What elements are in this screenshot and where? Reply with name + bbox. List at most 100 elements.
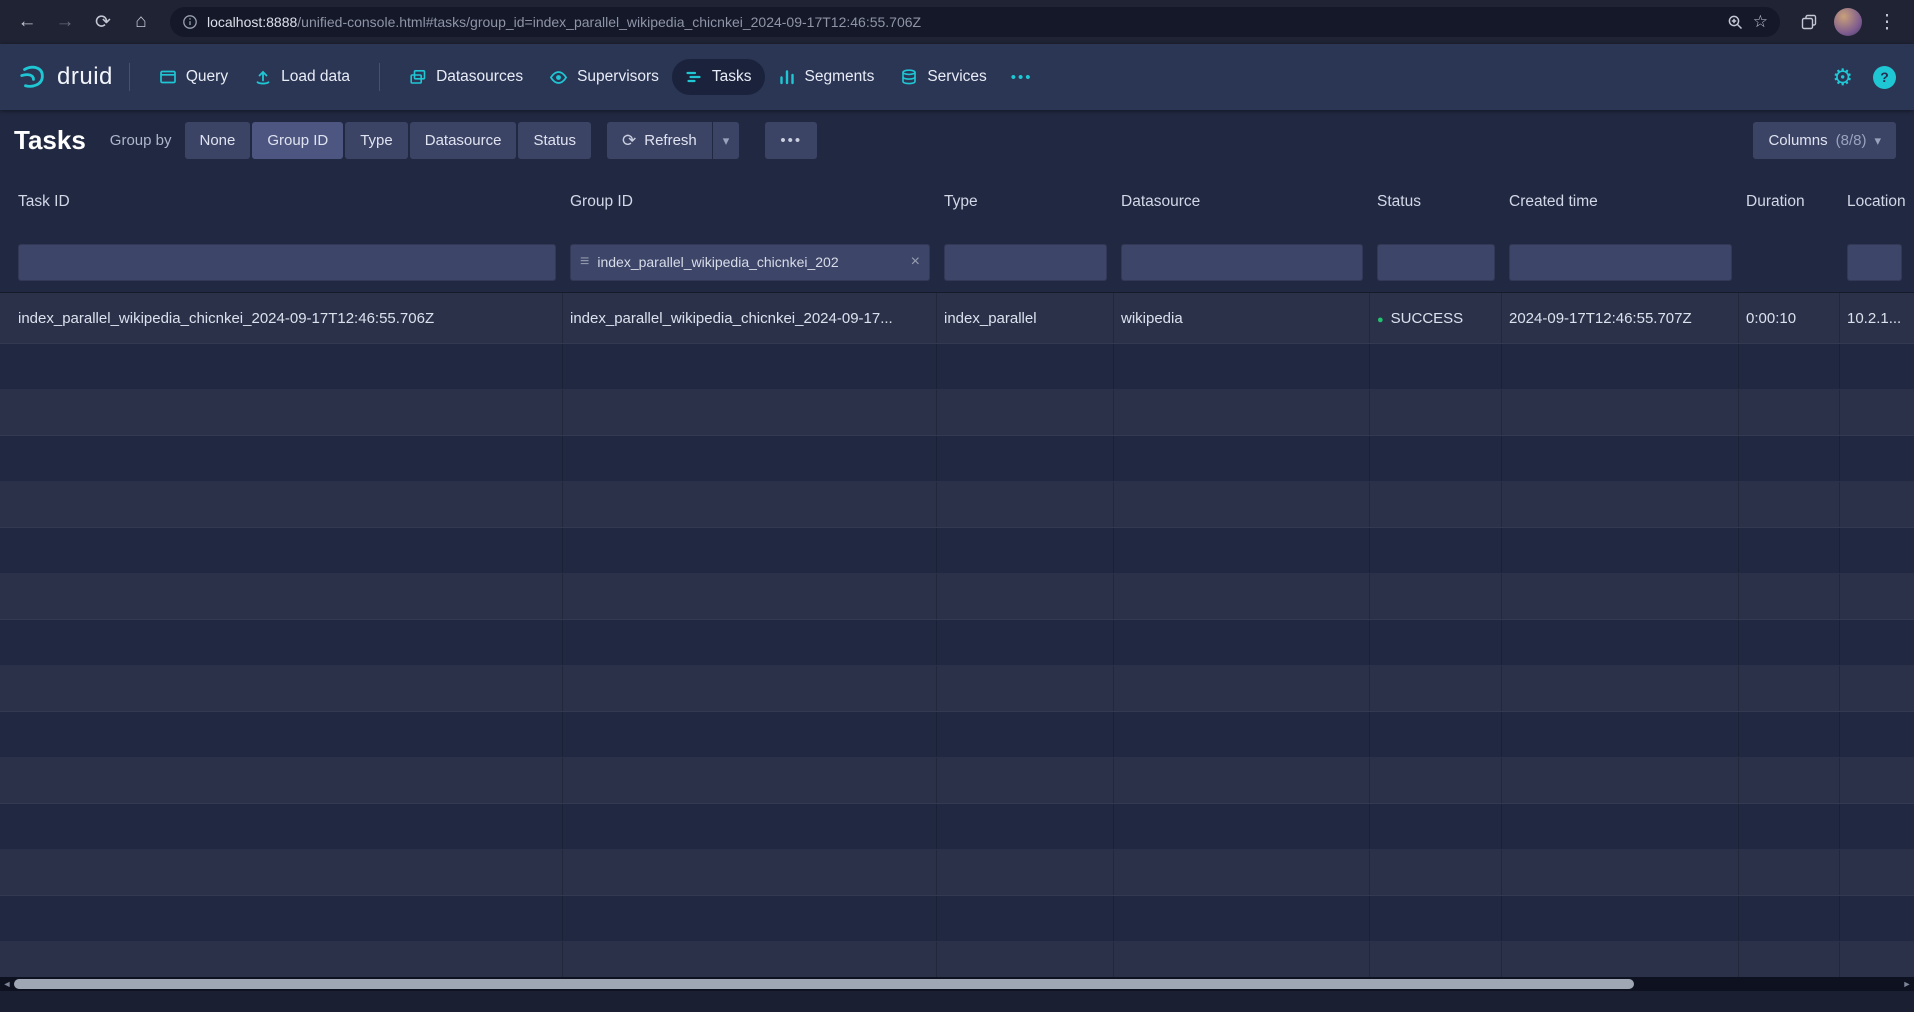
clear-filter-icon[interactable]: × bbox=[911, 253, 920, 271]
header-status[interactable]: Status bbox=[1377, 193, 1509, 211]
divider bbox=[379, 63, 380, 91]
refresh-button[interactable]: ⟳ Refresh bbox=[607, 122, 712, 159]
table-header-row: Task ID Group ID Type Datasource Status … bbox=[0, 171, 1914, 232]
url-host: localhost:8888 bbox=[207, 14, 297, 30]
group-by-status-button[interactable]: Status bbox=[518, 122, 591, 159]
cell-created-time: 2024-09-17T12:46:55.707Z bbox=[1509, 310, 1746, 327]
chevron-down-icon: ▾ bbox=[723, 133, 730, 149]
nav-query-label: Query bbox=[186, 68, 228, 86]
table-row-empty bbox=[0, 482, 1914, 528]
header-type[interactable]: Type bbox=[944, 193, 1121, 211]
browser-menu-icon[interactable]: ⋮ bbox=[1870, 5, 1904, 39]
bookmark-icon[interactable]: ☆ bbox=[1753, 12, 1768, 32]
zoom-icon[interactable] bbox=[1727, 14, 1744, 31]
settings-gear-icon[interactable]: ⚙ bbox=[1832, 64, 1853, 91]
task-id-filter-input[interactable] bbox=[18, 244, 556, 281]
group-by-none-button[interactable]: None bbox=[185, 122, 251, 159]
forward-icon[interactable]: → bbox=[48, 5, 82, 39]
extensions-icon[interactable] bbox=[1792, 5, 1826, 39]
cell-status: ●SUCCESS bbox=[1377, 310, 1509, 327]
scroll-right-icon[interactable]: ► bbox=[1900, 977, 1914, 991]
nav-load-data[interactable]: Load data bbox=[241, 59, 363, 95]
home-icon[interactable]: ⌂ bbox=[124, 5, 158, 39]
header-task-id[interactable]: Task ID bbox=[18, 193, 570, 211]
columns-count: (8/8) bbox=[1836, 132, 1867, 149]
nav-query[interactable]: Query bbox=[146, 59, 241, 95]
header-duration[interactable]: Duration bbox=[1746, 193, 1847, 211]
type-filter-input[interactable] bbox=[944, 244, 1107, 281]
status-dot-icon: ● bbox=[1377, 314, 1384, 326]
druid-logo-icon bbox=[18, 62, 48, 92]
address-bar[interactable]: localhost:8888/unified-console.html#task… bbox=[170, 7, 1780, 37]
cell-datasource: wikipedia bbox=[1121, 310, 1377, 327]
header-datasource[interactable]: Datasource bbox=[1121, 193, 1377, 211]
cell-group-id: index_parallel_wikipedia_chicnkei_2024-0… bbox=[570, 310, 944, 327]
url-path: /unified-console.html#tasks/group_id=ind… bbox=[297, 14, 921, 30]
nav-tasks-label: Tasks bbox=[712, 68, 752, 86]
columns-label: Columns bbox=[1768, 132, 1827, 149]
brand-name: druid bbox=[57, 63, 113, 91]
refresh-label: Refresh bbox=[644, 132, 697, 149]
table-row-empty bbox=[0, 942, 1914, 977]
scroll-left-icon[interactable]: ◄ bbox=[0, 977, 14, 991]
horizontal-scrollbar[interactable]: ◄ ► bbox=[0, 977, 1914, 991]
table-filter-row: ≡ index_parallel_wikipedia_chicnkei_202 … bbox=[0, 232, 1914, 293]
group-by-group-id-button[interactable]: Group ID bbox=[252, 122, 343, 159]
divider bbox=[129, 63, 130, 91]
help-icon[interactable]: ? bbox=[1873, 66, 1896, 89]
table-row-empty bbox=[0, 344, 1914, 390]
header-group-id[interactable]: Group ID bbox=[570, 193, 944, 211]
group-by-label: Group by bbox=[110, 132, 172, 149]
nav-datasources-label: Datasources bbox=[436, 68, 523, 86]
nav-supervisors-label: Supervisors bbox=[577, 68, 659, 86]
table-body: index_parallel_wikipedia_chicnkei_2024-0… bbox=[0, 293, 1914, 977]
datasource-filter-input[interactable] bbox=[1121, 244, 1363, 281]
table-row-empty bbox=[0, 436, 1914, 482]
columns-button[interactable]: Columns (8/8) ▾ bbox=[1753, 122, 1896, 159]
group-by-type-button[interactable]: Type bbox=[345, 122, 408, 159]
back-icon[interactable]: ← bbox=[10, 5, 44, 39]
druid-brand[interactable]: druid bbox=[18, 62, 113, 92]
table-row-empty bbox=[0, 574, 1914, 620]
nav-more-button[interactable]: ••• bbox=[1000, 60, 1044, 95]
tasks-icon bbox=[685, 68, 703, 86]
nav-services-label: Services bbox=[927, 68, 986, 86]
nav-load-data-label: Load data bbox=[281, 68, 350, 86]
created-time-filter-input[interactable] bbox=[1509, 244, 1732, 281]
status-filter-input[interactable] bbox=[1377, 244, 1495, 281]
table-row-empty bbox=[0, 758, 1914, 804]
header-location[interactable]: Location bbox=[1847, 193, 1914, 211]
table-row[interactable]: index_parallel_wikipedia_chicnkei_2024-0… bbox=[0, 293, 1914, 344]
header-created-time[interactable]: Created time bbox=[1509, 193, 1746, 211]
services-icon bbox=[900, 68, 918, 86]
group-id-filter-input[interactable]: ≡ index_parallel_wikipedia_chicnkei_202 … bbox=[570, 244, 930, 281]
load-data-icon bbox=[254, 68, 272, 86]
table-row-empty bbox=[0, 712, 1914, 758]
table-row-empty bbox=[0, 850, 1914, 896]
table-row-empty bbox=[0, 666, 1914, 712]
supervisors-icon bbox=[549, 68, 568, 87]
site-info-icon[interactable] bbox=[182, 14, 198, 30]
nav-datasources[interactable]: Datasources bbox=[396, 59, 536, 95]
nav-segments[interactable]: Segments bbox=[765, 59, 888, 95]
horizontal-scrollbar-thumb[interactable] bbox=[14, 979, 1634, 989]
avatar[interactable] bbox=[1834, 8, 1862, 36]
datasources-icon bbox=[409, 68, 427, 86]
refresh-interval-caret-button[interactable]: ▾ bbox=[713, 122, 740, 159]
table-row-empty bbox=[0, 896, 1914, 942]
reload-icon[interactable]: ⟳ bbox=[86, 5, 120, 39]
nav-tasks[interactable]: Tasks bbox=[672, 59, 765, 95]
nav-services[interactable]: Services bbox=[887, 59, 999, 95]
cell-type: index_parallel bbox=[944, 310, 1121, 327]
nav-supervisors[interactable]: Supervisors bbox=[536, 59, 672, 96]
cell-task-id[interactable]: index_parallel_wikipedia_chicnkei_2024-0… bbox=[18, 310, 570, 327]
group-by-datasource-button[interactable]: Datasource bbox=[410, 122, 517, 159]
location-filter-input[interactable] bbox=[1847, 244, 1902, 281]
segments-icon bbox=[778, 68, 796, 86]
more-actions-button[interactable]: ••• bbox=[765, 122, 817, 159]
tasks-view: Tasks Group by None Group ID Type Dataso… bbox=[0, 110, 1914, 977]
group-by-button-group: None Group ID Type Datasource Status bbox=[185, 122, 592, 159]
table-row-empty bbox=[0, 804, 1914, 850]
group-id-filter-value: index_parallel_wikipedia_chicnkei_202 bbox=[597, 254, 902, 270]
cell-duration: 0:00:10 bbox=[1746, 310, 1847, 327]
